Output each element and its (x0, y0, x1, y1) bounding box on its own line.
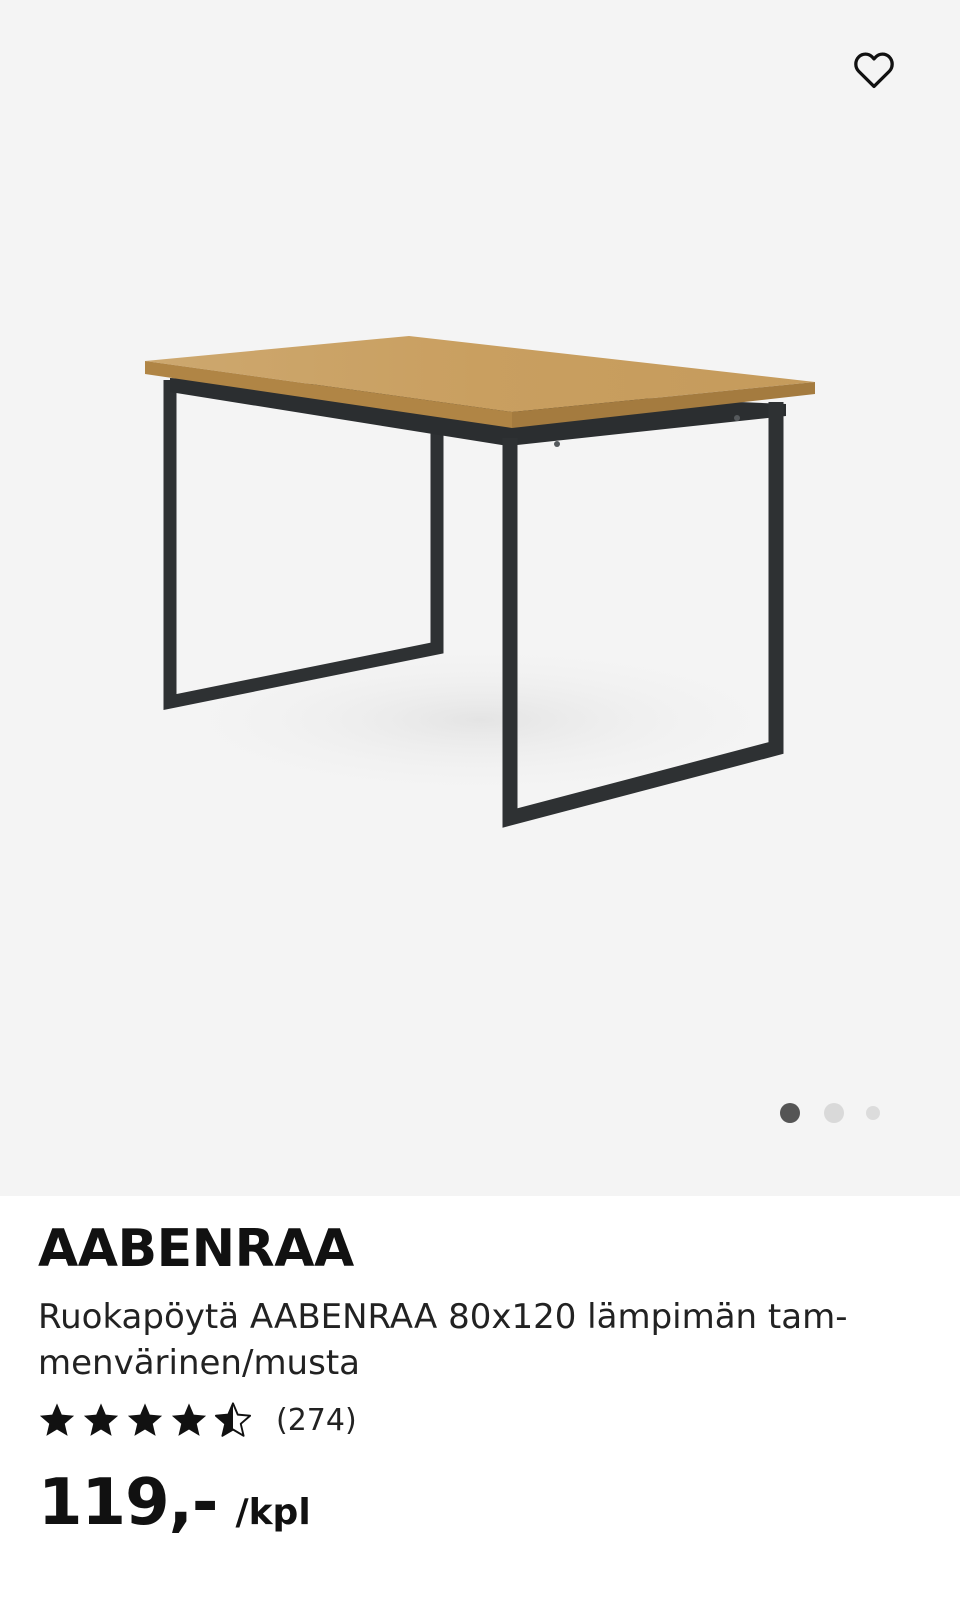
rating-stars (38, 1401, 258, 1439)
star-icon (83, 1403, 119, 1436)
gallery-pagination (780, 1102, 880, 1124)
star-icon (171, 1403, 207, 1436)
product-info: AABENRAA Ruokapöytä AABENRAA 80x120 lämp… (0, 1196, 960, 1540)
product-price: 119,- (38, 1466, 218, 1540)
product-description: Ruokapöytä AABENRAA 80x120 lämpimän tam-… (38, 1297, 848, 1383)
gallery-dot-1[interactable] (780, 1103, 800, 1123)
star-icon (127, 1403, 163, 1436)
half-star-icon (214, 1402, 252, 1437)
review-count: (274) (276, 1402, 357, 1438)
gallery-dot-2[interactable] (824, 1103, 844, 1123)
heart-outline-icon (854, 52, 894, 89)
gallery-dot-3[interactable] (866, 1106, 880, 1120)
star-icon (39, 1403, 75, 1436)
product-image-gallery[interactable] (0, 0, 960, 1196)
product-name: AABENRAA (38, 1219, 354, 1279)
price-row: 119,- /kpl (38, 1466, 922, 1540)
product-rating[interactable]: (274) (38, 1400, 922, 1440)
price-unit: /kpl (235, 1492, 311, 1533)
favorite-button[interactable] (852, 48, 896, 92)
product-image[interactable] (0, 0, 960, 1196)
